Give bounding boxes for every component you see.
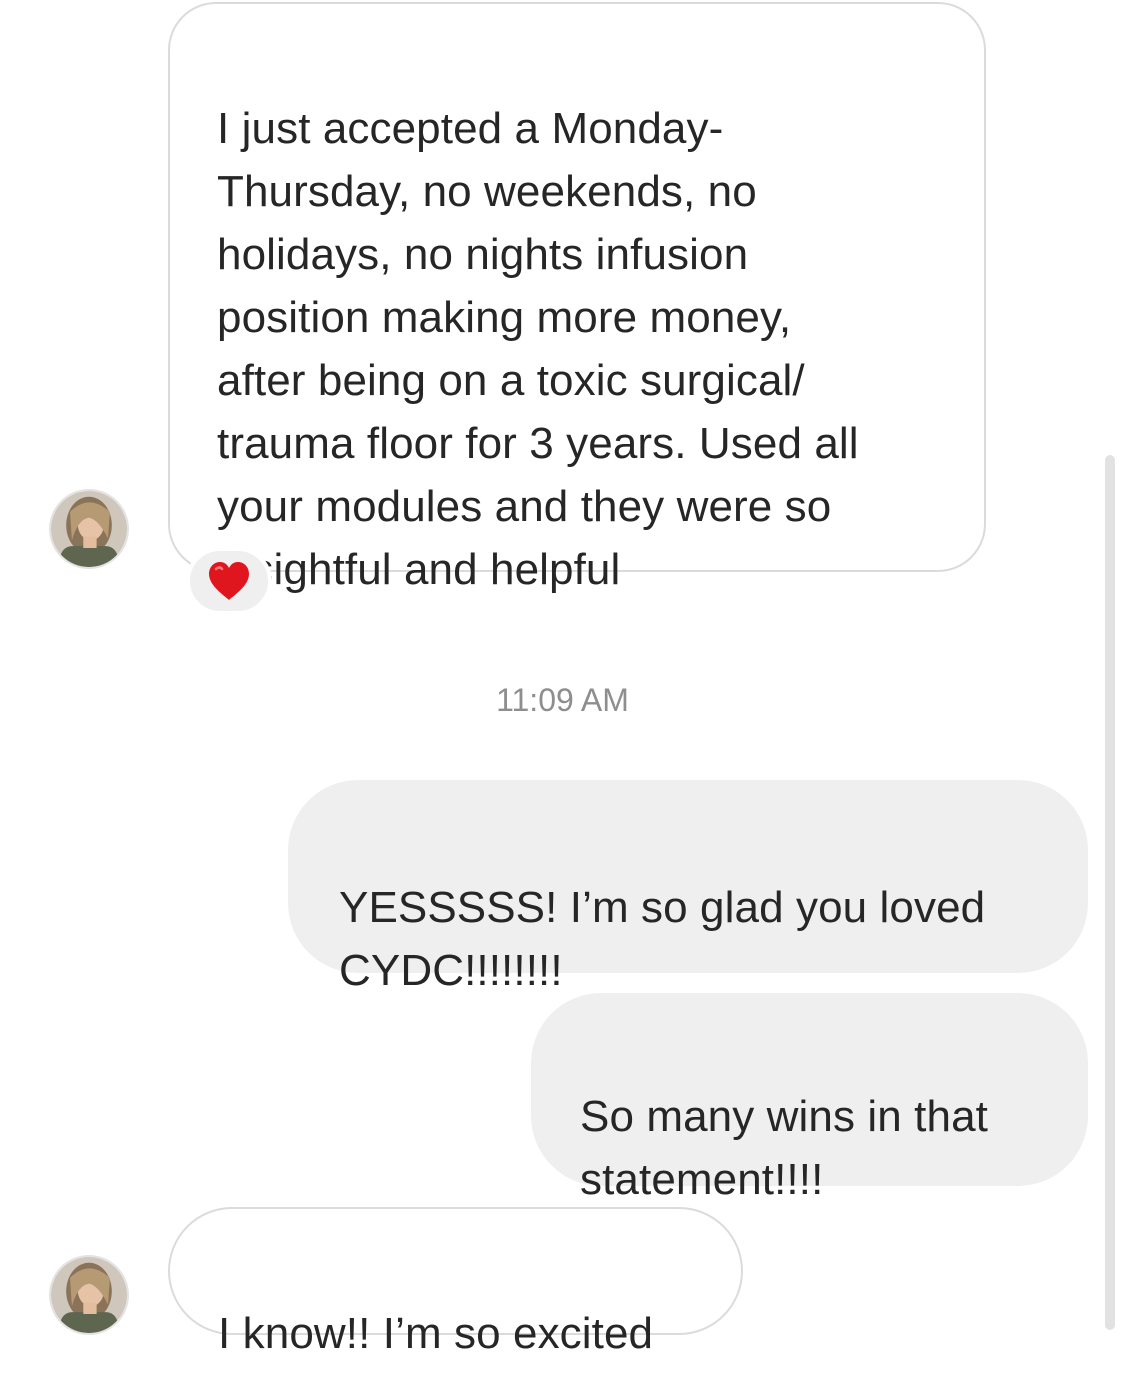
sender-avatar[interactable] xyxy=(49,1255,129,1335)
heart-reaction-icon xyxy=(209,562,249,600)
message-text: I just accepted a Monday- Thursday, no w… xyxy=(217,104,859,594)
sender-avatar[interactable] xyxy=(49,489,129,569)
avatar-photo-icon xyxy=(51,491,127,567)
message-text: So many wins in that statement!!!! xyxy=(580,1092,988,1204)
message-timestamp: 11:09 AM xyxy=(496,682,629,718)
message-thread[interactable]: I just accepted a Monday- Thursday, no w… xyxy=(0,0,1125,1374)
outgoing-message-bubble[interactable]: YESSSSS! I’m so glad you loved CYDC!!!!!… xyxy=(288,780,1088,995)
outgoing-message-bubble[interactable]: So many wins in that statement!!!! xyxy=(531,993,1088,1204)
message-text: I know!! I’m so excited xyxy=(218,1309,654,1358)
incoming-message-bubble[interactable]: I just accepted a Monday- Thursday, no w… xyxy=(168,2,986,594)
message-text: YESSSSS! I’m so glad you loved CYDC!!!!!… xyxy=(339,883,986,995)
avatar-photo-icon xyxy=(51,1257,127,1333)
scrollbar[interactable] xyxy=(1105,455,1115,1330)
incoming-message-bubble[interactable]: I know!! I’m so excited xyxy=(168,1207,743,1358)
message-reaction[interactable] xyxy=(186,547,272,615)
